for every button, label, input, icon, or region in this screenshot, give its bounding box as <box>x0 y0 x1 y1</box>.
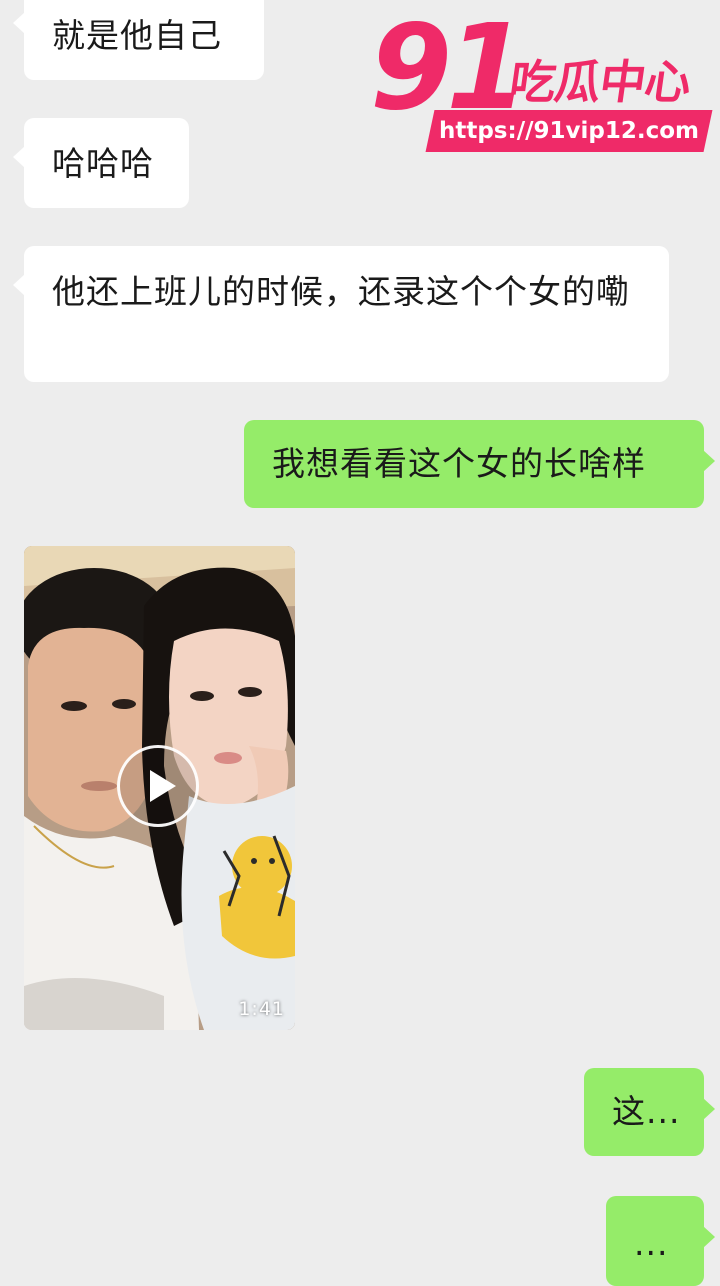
watermark-name: 吃瓜中心 <box>506 55 694 109</box>
message-text: 这... <box>612 1092 681 1131</box>
message-text: 我想看看这个女的长啥样 <box>272 444 646 483</box>
play-button[interactable] <box>117 745 199 827</box>
outgoing-message-bubble[interactable]: 我想看看这个女的长啥样 <box>244 420 715 508</box>
message-text: 哈哈哈 <box>52 144 154 183</box>
chat-message-list[interactable]: 就是他自己 哈哈哈 他还上班儿的时候，还录这个个女的嘞 我想看看这个女的长啥样 <box>0 0 720 1286</box>
video-duration: 1:41 <box>238 998 285 1020</box>
incoming-message-bubble[interactable]: 哈哈哈 <box>13 118 189 208</box>
video-message[interactable]: 1:41 <box>24 546 295 1030</box>
play-icon <box>150 770 176 802</box>
watermark-url: https://91vip12.com <box>438 118 699 144</box>
incoming-message-bubble[interactable]: 就是他自己 <box>13 0 264 80</box>
message-text: ... <box>634 1224 669 1263</box>
incoming-message-bubble[interactable]: 他还上班儿的时候，还录这个个女的嘞 <box>13 246 669 382</box>
message-text: 就是他自己 <box>52 16 222 55</box>
message-text: 他还上班儿的时候，还录这个个女的嘞 <box>52 272 630 311</box>
outgoing-message-bubble[interactable]: ... <box>606 1196 715 1286</box>
outgoing-message-bubble[interactable]: 这... <box>584 1068 715 1156</box>
watermark-logo: 91 吃瓜中心 https://91vip12.com <box>366 2 716 160</box>
